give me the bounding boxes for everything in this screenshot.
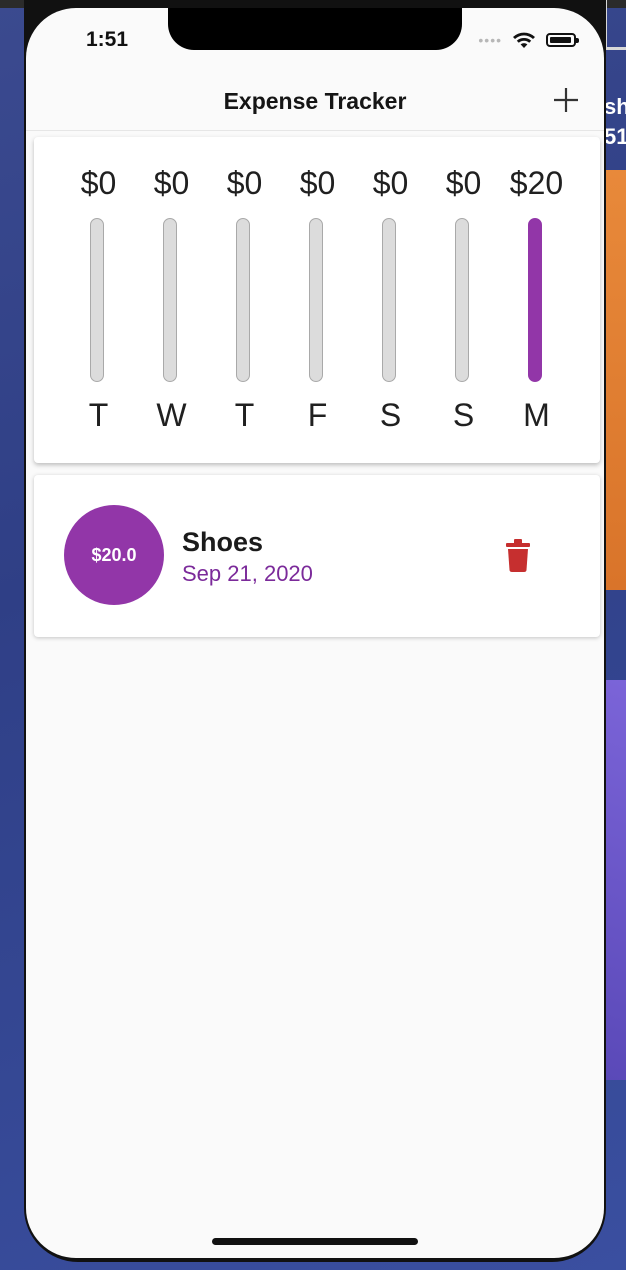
battery-icon xyxy=(546,33,579,47)
phone-frame: 1:51 •••• Expense Tracker $0 T $0 W $0 T $0 F $0… xyxy=(24,0,606,1262)
wifi-icon xyxy=(513,32,535,48)
transaction-title: Shoes xyxy=(182,527,264,557)
bar-day-label: M xyxy=(523,397,550,433)
bar-track xyxy=(236,218,250,382)
bar-day-label: F xyxy=(307,397,328,433)
bar-day-label: T xyxy=(88,397,109,433)
signal-icon: •••• xyxy=(478,32,502,48)
desktop-window-frame xyxy=(604,0,626,50)
bar-amount-label: $0 xyxy=(80,165,117,201)
bar-amount-label: $20 xyxy=(509,165,564,201)
bar-amount-label: $0 xyxy=(153,165,190,201)
bar-day-label: T xyxy=(234,397,255,433)
status-time: 1:51 xyxy=(86,28,129,51)
weekly-chart-card: $0 T $0 W $0 T $0 F $0 S $0 S $20 M xyxy=(34,137,600,463)
notch xyxy=(168,8,462,50)
bar-fill xyxy=(529,219,541,381)
home-indicator xyxy=(212,1238,418,1245)
status-icons: •••• xyxy=(478,28,579,52)
bar-track xyxy=(309,218,323,382)
bar-track xyxy=(528,218,542,382)
transaction-card: $20.0 Shoes Sep 21, 2020 xyxy=(34,475,600,637)
bar-track xyxy=(455,218,469,382)
page-title: Expense Tracker xyxy=(223,88,407,114)
bar-day-label: S xyxy=(452,397,475,433)
app-bar: Expense Tracker xyxy=(26,74,604,131)
bar-track xyxy=(90,218,104,382)
transaction-date: Sep 21, 2020 xyxy=(182,561,313,586)
bar-track xyxy=(163,218,177,382)
bar-amount-label: $0 xyxy=(445,165,482,201)
bar-day-label: W xyxy=(156,397,187,433)
trash-icon[interactable] xyxy=(504,539,532,573)
phone-screen: 1:51 •••• Expense Tracker $0 T $0 W $0 T $0 F $0… xyxy=(26,8,604,1258)
bar-track xyxy=(382,218,396,382)
bar-day-label: S xyxy=(379,397,402,433)
plus-icon[interactable] xyxy=(550,84,582,116)
bar-amount-label: $0 xyxy=(372,165,409,201)
bar-amount-label: $0 xyxy=(299,165,336,201)
amount-label: $20.0 xyxy=(91,544,137,565)
bar-amount-label: $0 xyxy=(226,165,263,201)
amount-avatar: $20.0 xyxy=(64,505,164,605)
desktop-peek-text: sh 51. xyxy=(604,94,626,149)
